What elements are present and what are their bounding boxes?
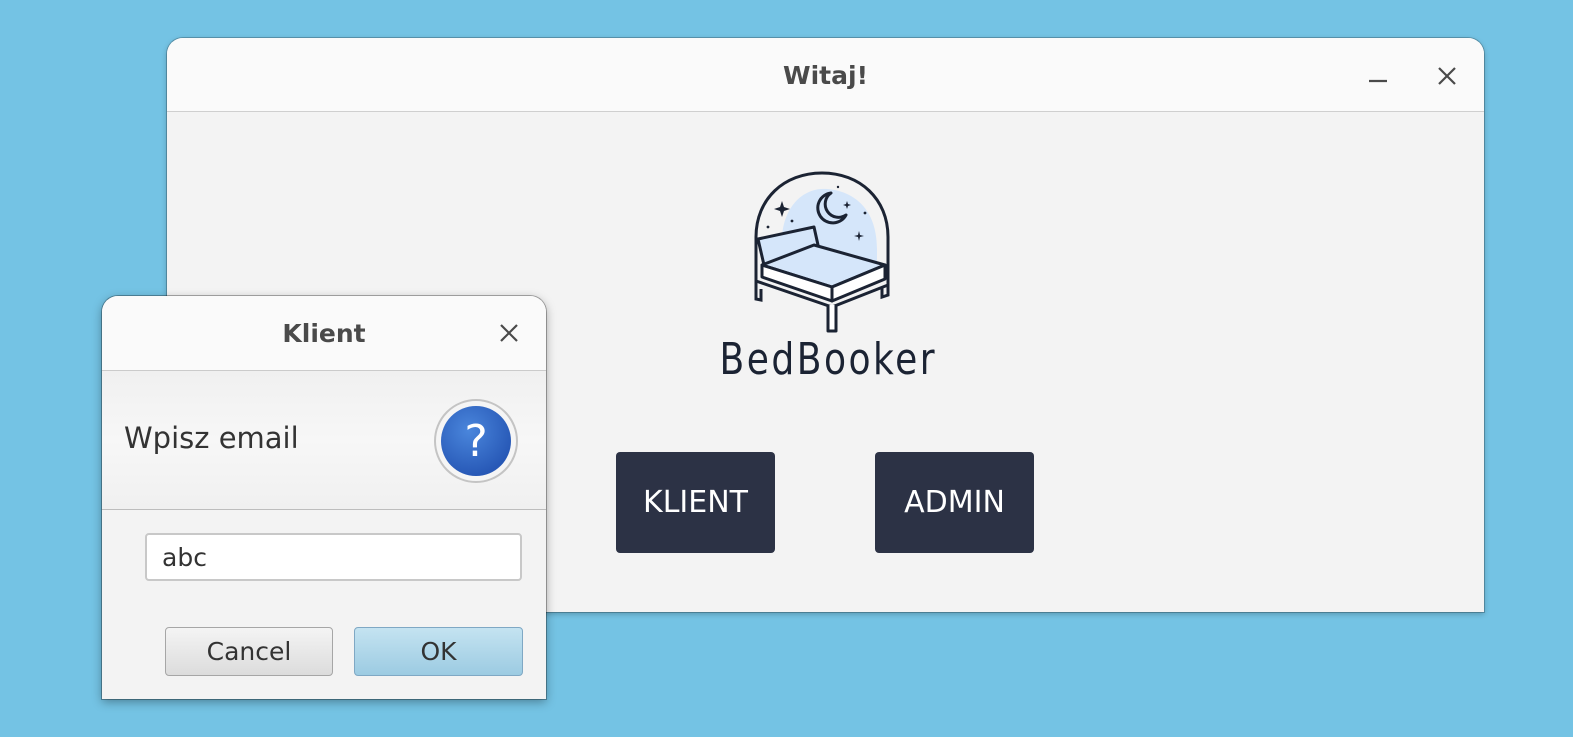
bed-under-moon-logo: [752, 169, 892, 337]
cancel-button[interactable]: Cancel: [165, 627, 333, 676]
dialog-title: Klient: [282, 319, 366, 348]
dialog-close-button[interactable]: [493, 317, 525, 349]
close-icon: [500, 324, 518, 342]
window-title: Witaj!: [783, 61, 868, 90]
svg-text:?: ?: [464, 416, 487, 467]
minimize-button[interactable]: [1363, 60, 1395, 92]
main-titlebar[interactable]: Witaj!: [167, 38, 1484, 112]
klient-dialog: Klient Wpisz email ? abc Cancel OK: [102, 296, 546, 699]
close-icon: [1438, 67, 1456, 85]
ok-button[interactable]: OK: [354, 627, 523, 676]
dialog-message: Wpisz email: [124, 421, 299, 455]
minimize-icon: [1369, 79, 1387, 83]
dialog-header: Wpisz email ?: [102, 371, 546, 510]
logo-graphic: [754, 171, 890, 333]
dialog-titlebar[interactable]: Klient: [102, 296, 546, 371]
question-mark-icon: ?: [433, 398, 519, 484]
close-button[interactable]: [1431, 60, 1463, 92]
brand-name: BedBooker: [719, 334, 938, 385]
admin-button[interactable]: ADMIN: [875, 452, 1034, 553]
klient-button[interactable]: KLIENT: [616, 452, 775, 553]
email-input[interactable]: [145, 533, 522, 581]
